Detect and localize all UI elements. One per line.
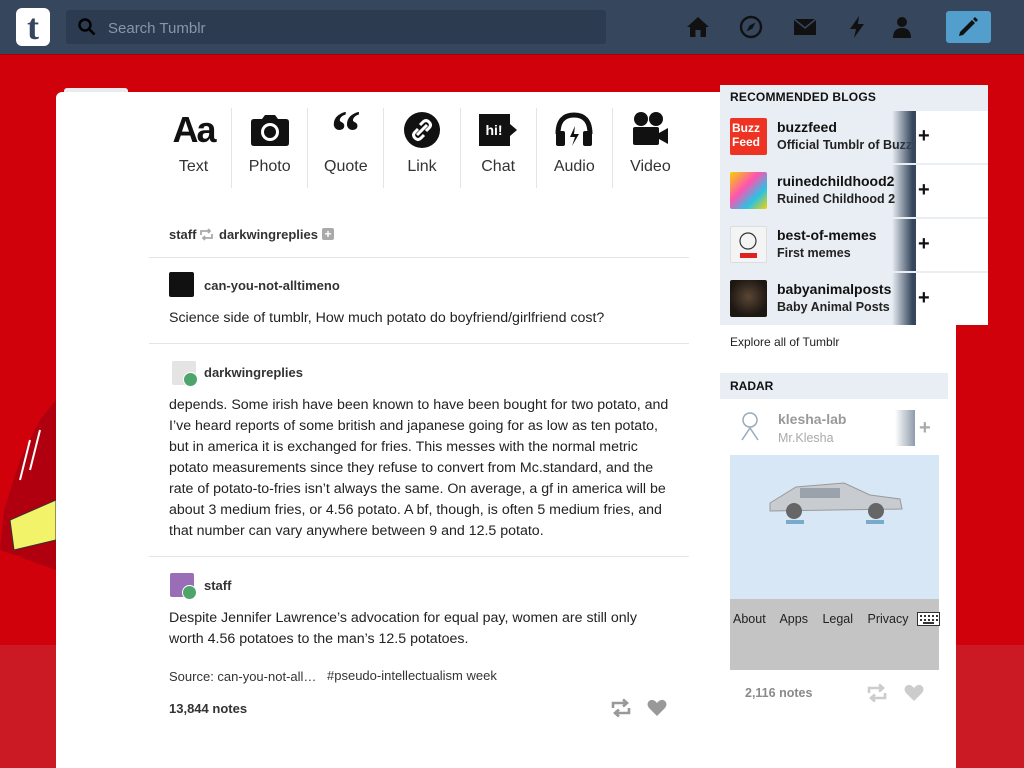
recommended-blog-item[interactable]: best-of-memes First memes +: [720, 219, 988, 271]
recommended-blog-item[interactable]: BuzzFeed buzzfeed Official Tumblr of Buz…: [720, 111, 988, 163]
reblog-badge-icon: [182, 585, 197, 600]
reblog-icon[interactable]: [866, 683, 888, 703]
post-tag[interactable]: #pseudo-intellectualism week: [327, 668, 497, 683]
radar-blog-name[interactable]: klesha-lab: [778, 411, 846, 427]
recommended-title: RECOMMENDED BLOGS: [730, 90, 877, 104]
radar-post-image[interactable]: [730, 455, 939, 670]
account-icon[interactable]: [890, 15, 914, 39]
headphones-icon: [555, 112, 593, 146]
footer-links: About Apps Legal Privacy: [733, 612, 920, 626]
radar-blog-subtitle: Mr.Klesha: [778, 431, 834, 445]
recommended-blog-item[interactable]: babyanimalposts Baby Animal Posts +: [720, 273, 988, 325]
post-source-blog[interactable]: darkwingreplies: [219, 227, 318, 242]
post-source-link[interactable]: Source: can-you-not-all…: [169, 669, 316, 684]
radar-follow-plus-icon[interactable]: +: [919, 417, 931, 440]
plus-icon: +: [918, 179, 930, 201]
post-type-text[interactable]: Aa Text: [156, 108, 233, 188]
follow-plus-icon[interactable]: +: [322, 228, 334, 240]
blog-avatar[interactable]: [170, 573, 197, 600]
radar-header: RADAR: [720, 373, 948, 399]
link-icon: [403, 112, 440, 148]
divider: [149, 257, 689, 258]
entry-blog-name[interactable]: can-you-not-alltimeno: [204, 278, 340, 293]
like-heart-icon[interactable]: [647, 699, 667, 717]
entry-blog-name[interactable]: staff: [204, 578, 231, 593]
camera-icon: [250, 115, 289, 146]
activity-icon[interactable]: [845, 15, 869, 39]
post-type-audio[interactable]: Audio: [537, 108, 613, 188]
follow-button[interactable]: +: [916, 111, 988, 163]
entry-blog-name[interactable]: darkwingreplies: [204, 365, 303, 380]
footer-about-link[interactable]: About: [733, 612, 766, 626]
blog-thumbnail: [730, 226, 767, 263]
follow-button[interactable]: +: [916, 165, 988, 217]
radar-notes-count[interactable]: 2,116 notes: [745, 686, 812, 700]
inbox-icon[interactable]: [793, 15, 817, 39]
radar-avatar[interactable]: [732, 406, 772, 446]
compose-icon: [959, 17, 978, 36]
entry-text: depends. Some irish have been known to h…: [169, 397, 669, 539]
post-type-chat[interactable]: hi! Chat: [461, 108, 537, 188]
blog-avatar[interactable]: [169, 272, 194, 297]
post-type-photo[interactable]: Photo: [232, 108, 309, 188]
post-type-quote[interactable]: “ Quote: [308, 108, 385, 188]
recommended-blog-item[interactable]: ruinedchildhood2 Ruined Childhood 2 +: [720, 165, 988, 217]
background-decoration-image: [0, 400, 56, 570]
like-heart-icon[interactable]: [904, 684, 924, 702]
video-camera-icon: [633, 112, 669, 145]
keyboard-icon[interactable]: [917, 612, 940, 626]
search-box[interactable]: [66, 10, 606, 46]
reblog-icon: [200, 228, 213, 241]
post-type-video[interactable]: Video: [613, 108, 688, 188]
top-nav: t: [0, 0, 1024, 54]
text-icon: Aa: [172, 109, 217, 150]
divider: [149, 343, 689, 344]
post-reblogger[interactable]: staff: [169, 227, 196, 242]
entry-text: Despite Jennifer Lawrence’s advocation f…: [169, 610, 637, 647]
explore-link[interactable]: Explore all of Tumblr: [730, 335, 839, 349]
footer-privacy-link[interactable]: Privacy: [868, 612, 909, 626]
buzzfeed-logo: Buzz Feed: [730, 118, 767, 155]
footer-legal-link[interactable]: Legal: [822, 612, 853, 626]
divider: [149, 556, 689, 557]
blog-thumbnail: [730, 280, 767, 317]
delorean-car-image: [769, 482, 903, 524]
compose-button[interactable]: [946, 11, 991, 43]
search-icon: [78, 18, 96, 36]
post-type-link[interactable]: Link: [384, 108, 461, 188]
reblog-icon[interactable]: [610, 698, 632, 718]
entry-text: Science side of tumblr, How much potato …: [169, 310, 605, 326]
quote-icon: “: [330, 112, 361, 148]
post-type-bar: Aa Text Photo “ Quote Link hi! Chat Audi…: [156, 108, 688, 188]
svg-text:hi!: hi!: [486, 122, 503, 138]
tumblr-logo[interactable]: t: [16, 8, 50, 46]
plus-icon: +: [918, 233, 930, 255]
footer-apps-link[interactable]: Apps: [779, 612, 808, 626]
follow-button[interactable]: +: [916, 219, 988, 271]
recommended-blogs: RECOMMENDED BLOGS Buzz Feed buzzfeed Offi…: [720, 85, 988, 325]
plus-icon: +: [918, 287, 930, 309]
reblog-badge-icon: [183, 372, 198, 387]
blog-thumbnail: [730, 172, 767, 209]
blog-avatar[interactable]: [172, 361, 198, 387]
follow-button[interactable]: +: [916, 273, 988, 325]
explore-icon[interactable]: [739, 15, 763, 39]
post-notes-count[interactable]: 13,844 notes: [169, 701, 247, 716]
plus-icon: +: [918, 125, 930, 147]
chat-icon: hi!: [479, 114, 518, 146]
search-input[interactable]: [106, 10, 590, 46]
home-icon[interactable]: [686, 15, 710, 39]
